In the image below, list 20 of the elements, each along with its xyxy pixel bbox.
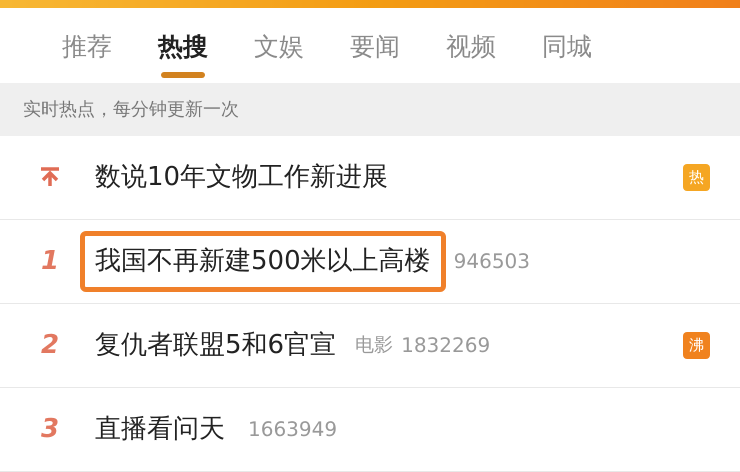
category-label: 电影 [355,333,394,358]
rank-number: 1 [40,244,60,278]
list-row[interactable]: 数说10年文物工作新进展 热 [0,136,740,220]
rank-number: 2 [40,328,60,362]
hot-badge: 沸 [683,332,710,359]
topic-title: 直播看问天 [95,414,225,444]
heat-count: 946503 [454,248,530,276]
list-row[interactable]: 2 复仇者联盟5和6官宣 电影 1832269 沸 [0,304,740,388]
topic-title: 我国不再新建500米以上高楼 [95,246,431,276]
tab[interactable]: 热搜 [158,30,208,83]
pin-top-icon [39,166,61,188]
heat-count: 1832269 [401,332,490,360]
rank-number: 3 [40,412,60,446]
list-row[interactable]: 1 我国不再新建500米以上高楼 946503 [0,220,740,304]
topic-title: 数说10年文物工作新进展 [95,162,388,192]
notice-text: 实时热点，每分钟更新一次 [23,98,239,122]
heat-count: 1663949 [248,416,338,444]
hot-badge: 热 [683,164,710,191]
topic-title: 复仇者联盟5和6官宣 [95,330,336,360]
list-row[interactable]: 3 直播看问天 1663949 [0,388,740,472]
